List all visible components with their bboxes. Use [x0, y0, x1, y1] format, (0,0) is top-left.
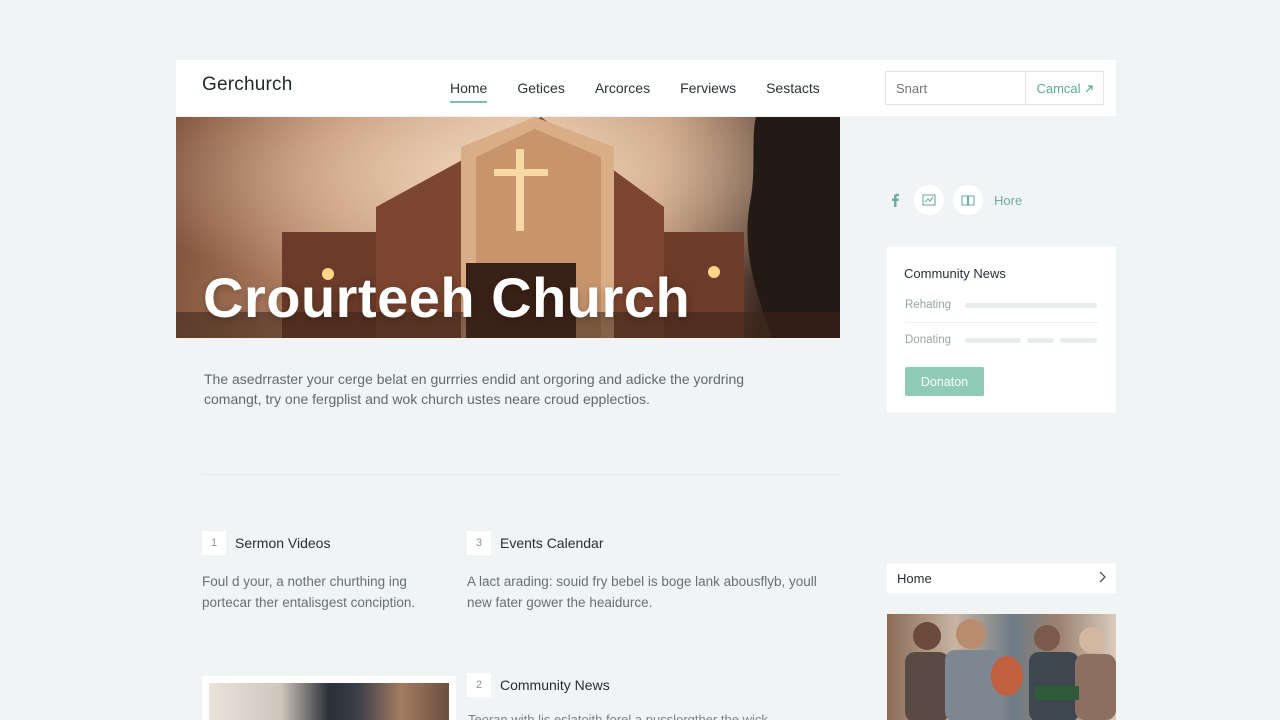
arrow-icon [1085, 81, 1093, 96]
feature-title[interactable]: Community News [500, 677, 610, 693]
cancel-label: Camcal [1036, 80, 1081, 96]
intro-text: The asedrraster your cerge belat en gurr… [204, 371, 745, 407]
feature-number: 1 [202, 531, 226, 555]
section-divider [202, 474, 840, 475]
news-row-label: Donating [905, 334, 952, 346]
congregation-photo [887, 614, 1116, 720]
feature-number: 2 [467, 673, 491, 697]
people-illustration [905, 619, 1116, 720]
feature-events-calendar[interactable]: 3 Events Calendar A lact arading: souid … [467, 531, 839, 613]
progress-bar [965, 303, 1097, 308]
book-icon[interactable] [953, 185, 983, 215]
search-input[interactable] [885, 71, 1025, 105]
chart-icon[interactable] [914, 185, 944, 215]
news-row-label: Rehating [905, 299, 952, 311]
nav-ferviews[interactable]: Ferviews [680, 74, 736, 102]
feature-description: A lact arading: souid fry bebel is boge … [467, 574, 817, 610]
facebook-icon[interactable] [886, 185, 904, 215]
sidebar-home-link[interactable]: Home [887, 563, 1116, 593]
nav-getices[interactable]: Getices [517, 74, 564, 102]
feature-title[interactable]: Events Calendar [500, 535, 604, 551]
top-header: Gerchurch Home Getices Arcorces Ferviews… [176, 60, 1116, 116]
sermon-video-thumbnail[interactable] [202, 676, 456, 720]
feature-title[interactable]: Sermon Videos [235, 535, 330, 551]
nav-home[interactable]: Home [450, 74, 488, 103]
card-divider [905, 322, 1098, 323]
progress-bar [1060, 338, 1097, 343]
feature-number: 3 [467, 531, 491, 555]
more-link[interactable]: Hore [994, 193, 1022, 208]
progress-bar [965, 338, 1021, 343]
cancel-button[interactable]: Camcal [1025, 71, 1104, 105]
feature-description: Teoran with lis eslatoith forel a pusslo… [468, 712, 768, 720]
donate-button[interactable]: Donaton [905, 367, 984, 396]
video-image [209, 683, 449, 720]
hero-title: Crourteeh Church [203, 266, 691, 329]
main-nav: Home Getices Arcorces Ferviews Sestacts [450, 60, 850, 116]
social-links: Hore [886, 185, 1022, 215]
progress-bar [1027, 338, 1054, 343]
nav-sestacts[interactable]: Sestacts [766, 74, 820, 102]
feature-community-news[interactable]: 2 Community News [467, 673, 839, 697]
hero-banner: Crourteeh Church [176, 117, 840, 338]
card-title: Community News [904, 266, 1006, 281]
community-news-card: Community News Rehating Donating Donaton [887, 247, 1116, 413]
home-link-label: Home [897, 570, 932, 586]
site-brand[interactable]: Gerchurch [202, 74, 293, 96]
chevron-right-icon [1098, 571, 1106, 586]
feature-sermon-videos[interactable]: 1 Sermon Videos Foul d your, a nother ch… [202, 531, 452, 613]
nav-arcorces[interactable]: Arcorces [595, 74, 650, 102]
feature-description: Foul d your, a nother churthing ing port… [202, 574, 416, 610]
